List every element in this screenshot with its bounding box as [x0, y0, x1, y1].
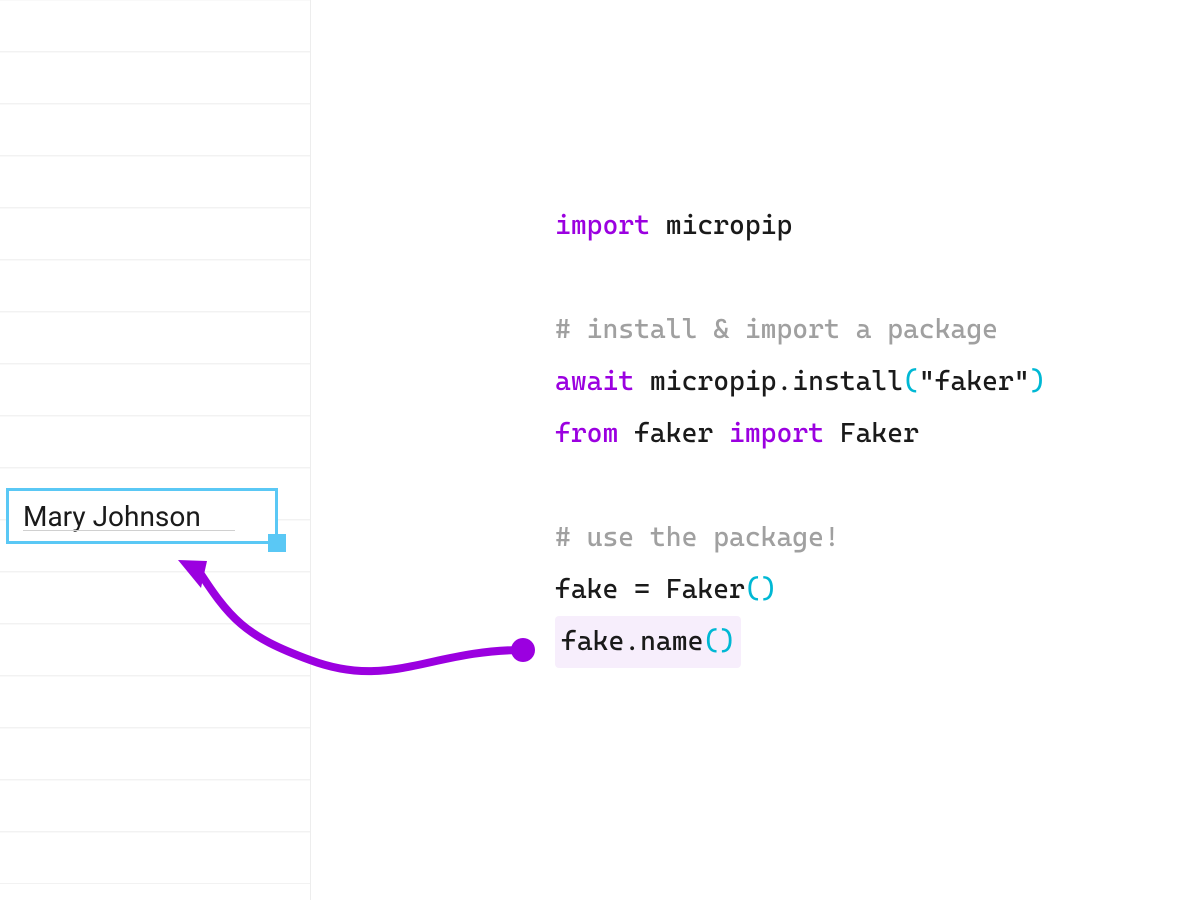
cell-underline: [23, 530, 235, 531]
spreadsheet-grid: [0, 0, 310, 900]
cell-value: Mary Johnson: [23, 500, 201, 533]
grid-column-divider: [310, 0, 311, 900]
cell-fill-handle[interactable]: [268, 534, 286, 552]
selected-cell[interactable]: Mary Johnson: [6, 488, 278, 544]
code-snippet: import micropip # install & import a pac…: [555, 200, 1045, 668]
arrow-start-dot: [511, 638, 535, 662]
